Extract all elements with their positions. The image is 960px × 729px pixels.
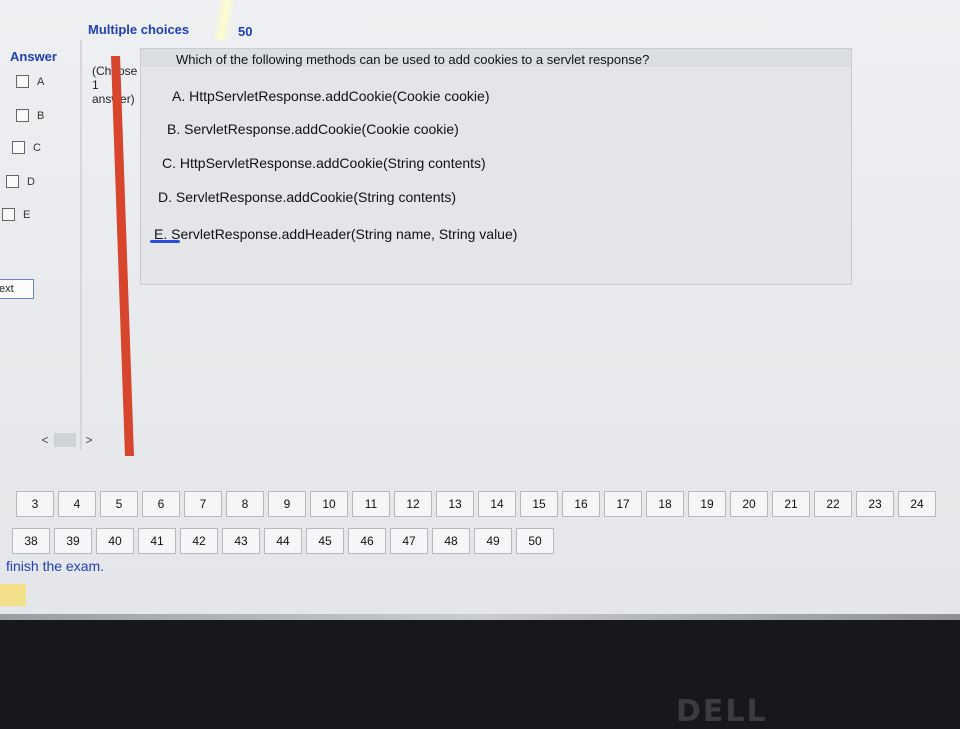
question-number-button[interactable]: 44 [264, 528, 302, 554]
question-number-button[interactable]: 23 [856, 491, 894, 517]
answer-label: Answer [10, 49, 57, 64]
option-label: D [27, 175, 35, 188]
panel-divider [80, 40, 82, 450]
question-number-button[interactable]: 17 [604, 491, 642, 517]
answer-option-a[interactable]: A [16, 75, 44, 88]
question-number-button[interactable]: 12 [394, 491, 432, 517]
choice-e: E. ServletResponse.addHeader(String name… [154, 226, 518, 242]
option-label: A [37, 75, 45, 88]
choice-d: D. ServletResponse.addCookie(String cont… [158, 189, 457, 205]
question-number-button[interactable]: 24 [898, 491, 936, 517]
scroll-left-icon[interactable]: < [38, 433, 52, 447]
pen-underline [150, 240, 180, 243]
question-number-button[interactable]: 19 [688, 491, 726, 517]
question-number-button[interactable]: 38 [12, 528, 50, 554]
screen-bezel [0, 614, 960, 620]
question-number-button[interactable]: 4 [58, 491, 96, 517]
question-number-button[interactable]: 48 [432, 528, 470, 554]
question-number-button[interactable]: 14 [478, 491, 516, 517]
choice-c: C. HttpServletResponse.addCookie(String … [162, 155, 486, 171]
question-number-button[interactable]: 13 [436, 491, 474, 517]
question-number-button[interactable]: 7 [184, 491, 222, 517]
question-number-button[interactable]: 45 [306, 528, 344, 554]
answer-option-d[interactable]: D [6, 175, 35, 188]
question-number-button[interactable]: 47 [390, 528, 428, 554]
next-button[interactable]: ext [0, 279, 34, 299]
option-label: E [23, 208, 31, 221]
exam-screen: Multiple choices 50 Answer (Choose 1 ans… [0, 0, 960, 618]
checkbox[interactable] [16, 75, 29, 88]
red-marker-bar [111, 56, 134, 456]
dell-logo: DELL [676, 694, 768, 729]
question-number-button[interactable]: 49 [474, 528, 512, 554]
question-text: Which of the following methods can be us… [176, 52, 650, 67]
finish-exam-link[interactable]: finish the exam. [6, 558, 104, 574]
question-number-button[interactable]: 9 [268, 491, 306, 517]
answer-option-c[interactable]: C [12, 141, 41, 154]
question-number-button[interactable]: 3 [16, 491, 54, 517]
question-number-button[interactable]: 16 [562, 491, 600, 517]
question-number-button[interactable]: 20 [730, 491, 768, 517]
question-number-button[interactable]: 15 [520, 491, 558, 517]
checkbox[interactable] [16, 109, 29, 122]
question-number-button[interactable]: 50 [516, 528, 554, 554]
horizontal-scrollbar[interactable]: < > [38, 432, 118, 448]
scroll-thumb[interactable] [54, 433, 76, 447]
question-number-button[interactable]: 5 [100, 491, 138, 517]
choice-a: A. HttpServletResponse.addCookie(Cookie … [172, 88, 490, 104]
answer-option-e[interactable]: E [2, 208, 30, 221]
question-number-button[interactable]: 43 [222, 528, 260, 554]
scroll-right-icon[interactable]: > [82, 433, 96, 447]
checkbox[interactable] [6, 175, 19, 188]
option-label: C [33, 141, 41, 154]
question-number-button[interactable]: 18 [646, 491, 684, 517]
question-pager-row-1: 3 4 5 6 7 8 9 10 11 12 13 14 15 16 17 18 19 20 21 22 23 24 [16, 491, 936, 517]
screen-glare [212, 0, 236, 40]
question-number-button[interactable]: 40 [96, 528, 134, 554]
question-number-button[interactable]: 42 [180, 528, 218, 554]
question-number-button[interactable]: 46 [348, 528, 386, 554]
option-label: B [37, 109, 45, 122]
question-pager-row-2: 38 39 40 41 42 43 44 45 46 47 48 49 50 [12, 528, 554, 554]
checkbox[interactable] [12, 141, 25, 154]
question-number-button[interactable]: 39 [54, 528, 92, 554]
question-number-button[interactable]: 6 [142, 491, 180, 517]
section-title: Multiple choices [88, 22, 190, 37]
question-number-button[interactable]: 21 [772, 491, 810, 517]
question-count: 50 [238, 24, 253, 39]
question-number-button[interactable]: 11 [352, 491, 390, 517]
question-number-button[interactable]: 10 [310, 491, 348, 517]
question-number-button[interactable]: 8 [226, 491, 264, 517]
question-number-button[interactable]: 22 [814, 491, 852, 517]
checkbox[interactable] [2, 208, 15, 221]
question-number-button[interactable]: 41 [138, 528, 176, 554]
choice-b: B. ServletResponse.addCookie(Cookie cook… [167, 121, 459, 137]
answer-option-b[interactable]: B [16, 109, 44, 122]
finish-button[interactable] [0, 584, 26, 606]
